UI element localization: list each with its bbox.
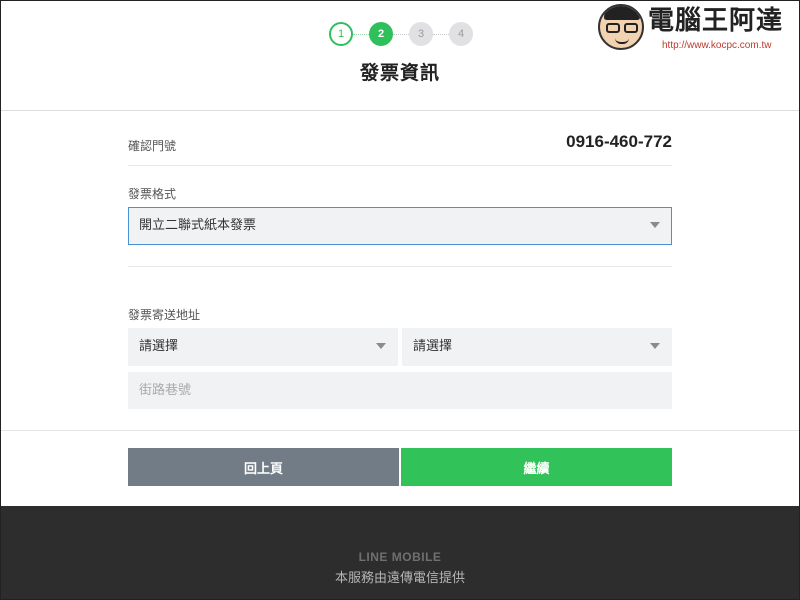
chevron-down-icon [376, 343, 386, 349]
step-3: 3 [409, 22, 433, 46]
chevron-down-icon [650, 222, 660, 228]
street-address-input[interactable] [128, 372, 672, 409]
chevron-down-icon [650, 343, 660, 349]
section-divider [0, 430, 800, 431]
address-label: 發票寄送地址 [128, 308, 201, 322]
step-connector [393, 33, 409, 35]
row-divider [128, 165, 672, 166]
footer-brand: LINE MOBILE [358, 550, 442, 564]
page-footer: LINE MOBILE 本服務由遠傳電信提供 [0, 506, 800, 600]
city-select[interactable]: 請選擇 [128, 328, 398, 366]
step-2: 2 [369, 22, 393, 46]
watermark-logo: 電腦王阿達 http://www.kocpc.com.tw [598, 4, 794, 54]
district-select-value: 請選擇 [413, 339, 453, 354]
header-divider [0, 110, 800, 111]
invoice-format-select[interactable]: 開立二聯式紙本發票 [128, 207, 672, 245]
district-select[interactable]: 請選擇 [402, 328, 672, 366]
watermark-url: http://www.kocpc.com.tw [662, 40, 772, 51]
row-divider [128, 266, 672, 267]
mascot-face-icon [598, 4, 644, 50]
city-select-value: 請選擇 [139, 339, 179, 354]
phone-number-value: 0916-460-772 [566, 132, 672, 151]
step-connector [433, 33, 449, 35]
step-connector [353, 33, 369, 35]
step-4: 4 [449, 22, 473, 46]
phone-label: 確認門號 [128, 139, 177, 153]
progress-stepper: 1 2 3 4 [329, 22, 473, 46]
back-button[interactable]: 回上頁 [128, 448, 399, 486]
watermark-title: 電腦王阿達 [648, 6, 784, 36]
step-1: 1 [329, 22, 353, 46]
footer-note: 本服務由遠傳電信提供 [334, 571, 465, 586]
page-title: 發票資訊 [359, 62, 440, 84]
continue-button[interactable]: 繼續 [401, 448, 672, 486]
invoice-format-label: 發票格式 [128, 187, 177, 201]
invoice-format-value: 開立二聯式紙本發票 [139, 218, 257, 233]
